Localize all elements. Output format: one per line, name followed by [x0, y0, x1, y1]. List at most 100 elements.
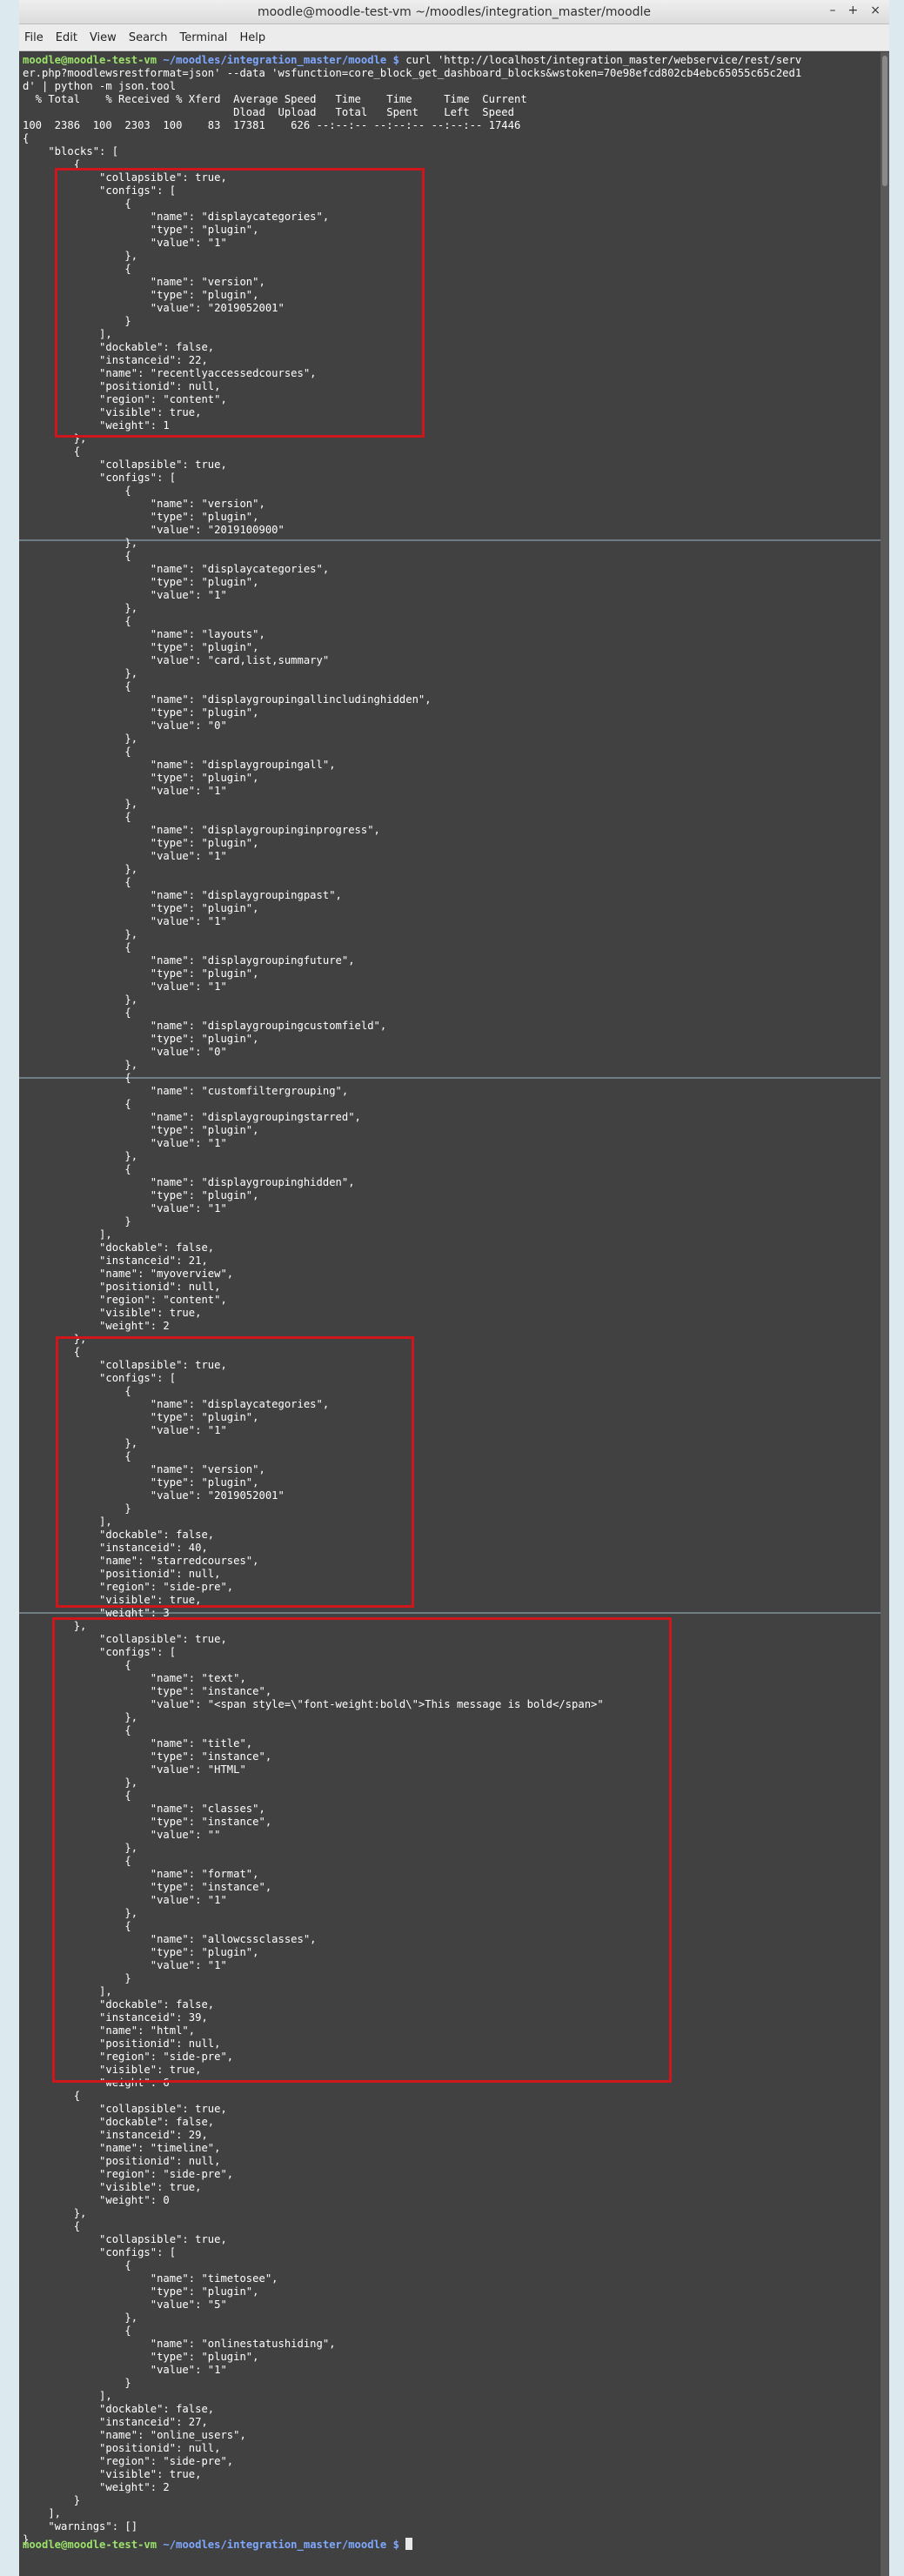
output-line: {	[23, 1385, 131, 1397]
output-line: "value": "1"	[23, 850, 227, 862]
output-line: {	[23, 2090, 81, 2102]
output-line: },	[23, 1842, 138, 1854]
prompt-path: ~/moodles/integration_master/moodle $	[157, 54, 406, 66]
terminal-window: moodle@moodle-test-vm ~/moodles/integrat…	[19, 0, 889, 2576]
output-line: {	[23, 445, 81, 458]
output-line: {	[23, 811, 131, 823]
output-line: "positionid": null,	[23, 2155, 221, 2167]
command-line: er.php?moodlewsrestformat=json' --data '…	[23, 67, 802, 79]
close-icon[interactable]: ×	[870, 3, 881, 17]
minimize-icon[interactable]: –	[830, 3, 836, 17]
output-line: "name": "recentlyaccessedcourses",	[23, 367, 317, 379]
output-line: {	[23, 550, 131, 562]
output-line: "weight": 6	[23, 2077, 170, 2089]
output-line: {	[23, 1163, 131, 1175]
output-line: ],	[23, 2390, 112, 2402]
output-line: {	[23, 132, 30, 144]
output-line: "positionid": null,	[23, 1568, 221, 1580]
terminal-screen[interactable]: moodle@moodle-test-vm ~/moodles/integrat…	[19, 52, 889, 2576]
progress-header: % Total % Received % Xferd Average Speed…	[23, 93, 527, 105]
output-line: "region": "side-pre",	[23, 2455, 234, 2467]
output-line: "value": "2019100900"	[23, 524, 285, 536]
output-line: }	[23, 2494, 81, 2506]
menu-help[interactable]: Help	[239, 31, 265, 44]
output-line: ],	[23, 1985, 112, 1997]
output-line: },	[23, 994, 138, 1006]
output-line: "weight": 2	[23, 2481, 170, 2493]
output-line: "value": ""	[23, 1829, 221, 1841]
menu-view[interactable]: View	[90, 31, 117, 44]
menu-search[interactable]: Search	[129, 31, 168, 44]
output-line: "value": "<span style=\"font-weight:bold…	[23, 1698, 604, 1710]
output-line: {	[23, 1007, 131, 1019]
output-line: "name": "displaygroupingstarred",	[23, 1111, 361, 1123]
json-output: { "blocks": [ { "collapsible": true, "co…	[23, 132, 604, 2546]
output-line: "name": "displaycategories",	[23, 563, 330, 575]
output-line: },	[23, 1907, 138, 1919]
output-line: ],	[23, 328, 112, 340]
maximize-icon[interactable]: +	[848, 3, 859, 17]
output-line: {	[23, 1920, 131, 1932]
output-line: "positionid": null,	[23, 1281, 221, 1293]
output-line: "weight": 1	[23, 419, 170, 432]
output-line: {	[23, 1659, 131, 1671]
menu-terminal[interactable]: Terminal	[179, 31, 227, 44]
output-line: {	[23, 1790, 131, 1802]
menu-edit[interactable]: Edit	[56, 31, 77, 44]
output-line: "name": "displaygroupingpast",	[23, 889, 342, 901]
output-line: "visible": true,	[23, 1594, 202, 1606]
output-line: },	[23, 2207, 87, 2219]
output-line: "type": "instance",	[23, 1816, 272, 1828]
prompt-user: moodle@moodle-test-vm	[23, 54, 157, 66]
vertical-scrollbar[interactable]	[881, 52, 889, 2576]
output-line: {	[23, 1855, 131, 1867]
final-prompt[interactable]: moodle@moodle-test-vm ~/moodles/integrat…	[23, 2538, 413, 2552]
output-line: "type": "plugin",	[23, 576, 259, 588]
output-line: "instanceid": 22,	[23, 354, 208, 366]
output-line: },	[23, 1333, 87, 1345]
output-line: "type": "plugin",	[23, 224, 259, 236]
output-line: },	[23, 798, 138, 810]
output-line: "type": "plugin",	[23, 1476, 259, 1489]
output-line: }	[23, 1502, 131, 1515]
output-line: "collapsible": true,	[23, 171, 227, 184]
output-line: "weight": 0	[23, 2194, 170, 2206]
output-line: "configs": [	[23, 472, 177, 484]
window-controls: – + ×	[830, 3, 881, 17]
output-line: "type": "plugin",	[23, 1411, 259, 1423]
output-line: }	[23, 2377, 131, 2389]
output-line: {	[23, 485, 131, 497]
output-line: "region": "content",	[23, 1294, 227, 1306]
output-line: "name": "displaygroupingallincludinghidd…	[23, 693, 432, 706]
output-line: "collapsible": true,	[23, 2103, 227, 2115]
output-line: "name": "allowcssclasses",	[23, 1933, 317, 1945]
window-titlebar[interactable]: moodle@moodle-test-vm ~/moodles/integrat…	[19, 0, 889, 24]
output-line: "type": "plugin",	[23, 2351, 259, 2363]
output-line: }	[23, 1215, 131, 1228]
output-line: "value": "0"	[23, 1046, 227, 1058]
output-line: "name": "version",	[23, 276, 265, 288]
output-line: "region": "side-pre",	[23, 2168, 234, 2180]
scrollbar-thumb[interactable]	[882, 56, 887, 186]
output-line: "visible": true,	[23, 406, 202, 418]
output-line: "dockable": false,	[23, 341, 215, 353]
output-line: },	[23, 1150, 138, 1162]
output-line: {	[23, 1346, 81, 1358]
output-line: "collapsible": true,	[23, 2233, 227, 2245]
output-line: {	[23, 1450, 131, 1462]
output-line: "configs": [	[23, 1646, 177, 1658]
output-line: {	[23, 876, 131, 888]
output-line: "value": "1"	[23, 237, 227, 249]
output-line: "visible": true,	[23, 2181, 202, 2193]
output-line: "positionid": null,	[23, 2037, 221, 2050]
output-line: "region": "content",	[23, 393, 227, 405]
output-line: },	[23, 667, 138, 679]
output-line: "name": "displaygroupingall",	[23, 759, 336, 771]
output-line: "name": "timetosee",	[23, 2272, 278, 2285]
output-line: "instanceid": 21,	[23, 1255, 208, 1267]
menu-file[interactable]: File	[24, 31, 44, 44]
output-line: "name": "timeline",	[23, 2142, 221, 2154]
output-line: "positionid": null,	[23, 2442, 221, 2454]
output-line: {	[23, 1072, 131, 1084]
output-line: },	[23, 537, 138, 549]
